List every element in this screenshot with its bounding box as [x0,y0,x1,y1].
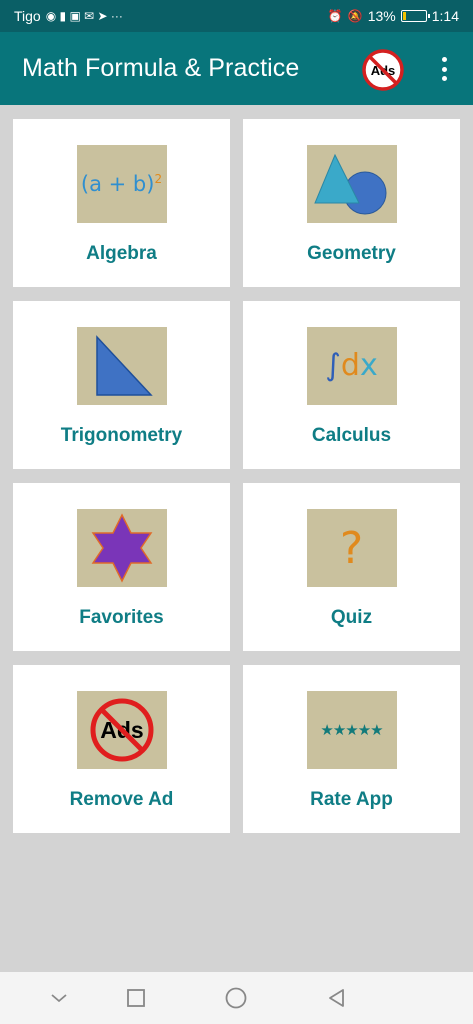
status-bar: Tigo ◉ ▮ ▣ ✉ ➤ ··· ⏰ 🔕 13% 1:14 [0,0,473,32]
rating-stars-glyph: ★★★★★ [320,721,383,739]
hide-nav-button[interactable] [47,986,71,1010]
tile-trigonometry[interactable]: Trigonometry [13,301,230,469]
battery-icon [400,10,430,22]
app-title: Math Formula & Practice [22,54,300,82]
back-button[interactable] [325,986,349,1010]
more-dot-icon [441,66,447,72]
tile-rate-app[interactable]: ★★★★★ Rate App [243,665,460,833]
geometry-icon [306,145,397,223]
tile-label: Rate App [310,789,393,810]
square-icon [127,989,145,1007]
overflow-menu-button[interactable] [433,54,455,84]
app-bar: Math Formula & Practice Ads [0,32,473,105]
tile-algebra[interactable]: (a + b)2 Algebra [13,119,230,287]
algebra-icon-exponent: 2 [154,172,163,186]
tile-label: Algebra [86,243,157,264]
tile-remove-ad[interactable]: Ads Remove Ad [13,665,230,833]
carrier-name: Tigo [14,8,41,24]
home-button[interactable] [224,986,248,1010]
question-mark-glyph: ? [339,522,364,574]
clock: 1:14 [431,8,459,24]
calculus-x-letter: x [359,348,378,383]
circle-icon [225,987,247,1009]
trigonometry-icon [76,327,167,405]
chevron-down-icon [51,994,67,1003]
notification-icons: ◉ ▮ ▣ ✉ ➤ ··· [45,9,123,23]
system-navigation-bar [0,972,473,1024]
tile-quiz[interactable]: ? Quiz [243,483,460,651]
algebra-icon-text: (a + b) [80,172,155,196]
tile-label: Favorites [79,607,164,628]
battery-percent: 13% [367,8,396,24]
mute-icon: 🔕 [347,9,363,23]
tile-label: Geometry [307,243,396,264]
remove-ad-icon: Ads [76,691,167,769]
recent-apps-button[interactable] [124,986,148,1010]
quiz-question-icon: ? [306,509,397,587]
alarm-icon: ⏰ [327,9,343,23]
rate-app-stars-icon: ★★★★★ [306,691,397,769]
tile-favorites[interactable]: Favorites [13,483,230,651]
tile-label: Remove Ad [69,789,174,810]
favorites-star-icon [76,509,167,587]
tile-label: Calculus [311,425,392,446]
no-ads-icon: Ads [362,49,404,91]
integral-symbol: ∫ [325,348,341,383]
tile-calculus[interactable]: ∫dx Calculus [243,301,460,469]
more-dot-icon [441,57,447,62]
more-dot-icon [441,76,447,81]
calculus-icon: ∫dx [306,327,397,405]
triangle-back-icon [329,989,344,1007]
tile-geometry[interactable]: Geometry [243,119,460,287]
tile-label: Quiz [330,607,373,628]
calculus-d-letter: d [340,348,360,383]
remove-ads-button[interactable]: Ads [362,49,404,91]
tile-label: Trigonometry [60,425,183,446]
algebra-icon: (a + b)2 [76,145,167,223]
